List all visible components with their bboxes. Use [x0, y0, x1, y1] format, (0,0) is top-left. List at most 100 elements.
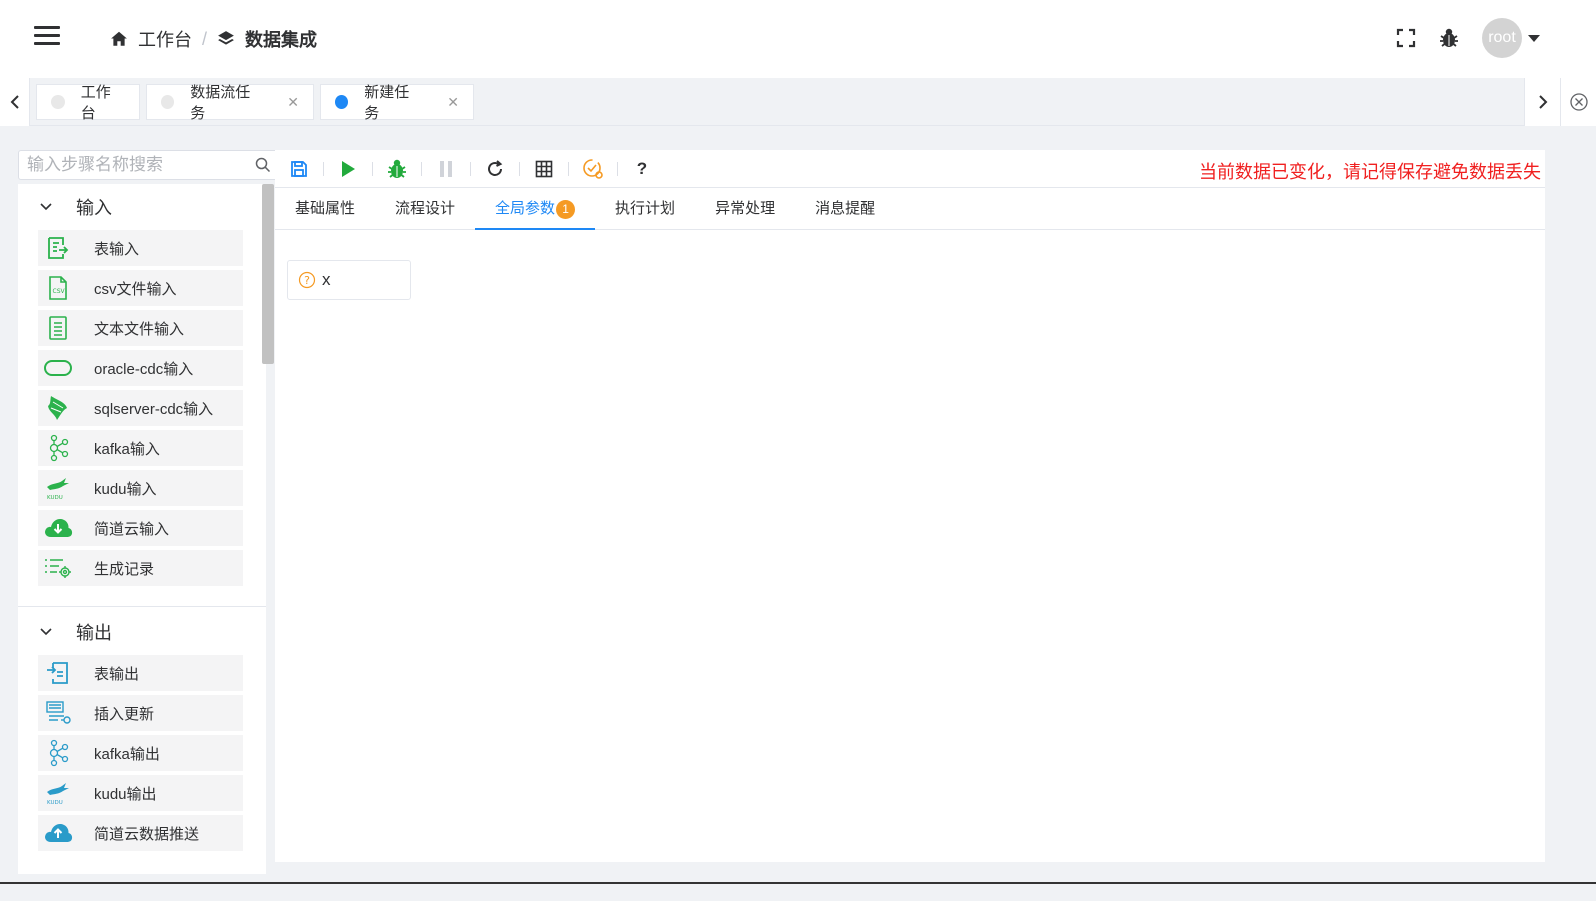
step-label: 文本文件输入 — [94, 320, 185, 338]
group-header-input[interactable]: 输入 — [18, 184, 266, 230]
tab-workbench[interactable]: 工作台 — [36, 84, 140, 122]
debug-icon[interactable] — [381, 158, 413, 180]
group-divider — [18, 606, 266, 607]
pause-icon[interactable] — [430, 160, 462, 178]
editor-toolbar: ? 当前数据已变化，请记得保存避免数据丢失 — [275, 150, 1545, 188]
tab-basic-properties[interactable]: 基础属性 — [275, 190, 375, 230]
window-bottom-edge — [0, 882, 1596, 901]
editor-tabs: 基础属性 流程设计 全局参数 1 执行计划 异常处理 消息提醒 — [275, 190, 1545, 230]
step-kafka-input[interactable]: kafka输入 — [38, 430, 243, 466]
tab-exception-handling[interactable]: 异常处理 — [695, 190, 795, 230]
grid-icon[interactable] — [528, 160, 560, 178]
tab-global-params[interactable]: 全局参数 1 — [475, 190, 596, 230]
task-editor: ? 当前数据已变化，请记得保存避免数据丢失 基础属性 流程设计 全局参数 1 执行… — [275, 150, 1545, 862]
kafka-icon — [38, 739, 78, 767]
tabs-scroll-left-icon[interactable] — [0, 78, 30, 126]
chevron-down-icon — [40, 203, 52, 211]
tab-message-alert[interactable]: 消息提醒 — [795, 190, 895, 230]
step-label: 表输出 — [94, 665, 140, 683]
home-icon — [111, 31, 127, 46]
user-avatar[interactable]: root — [1482, 18, 1522, 58]
step-kudu-input[interactable]: KUDU kudu输入 — [38, 470, 243, 506]
step-oracle-cdc-input[interactable]: oracle-cdc输入 — [38, 350, 243, 386]
step-kudu-output[interactable]: KUDU kudu输出 — [38, 775, 243, 811]
kafka-icon — [38, 434, 78, 462]
user-menu-caret-icon[interactable] — [1528, 34, 1540, 42]
table-input-icon — [38, 235, 78, 261]
tab-status-dot — [51, 95, 65, 109]
param-name: x — [322, 270, 331, 289]
step-panel: 输入 表输入 CSV csv文件输入 文本文件输入 oracle-cdc输入 s… — [18, 150, 278, 874]
group-title: 输出 — [76, 623, 112, 643]
tabs-bar: 工作台 数据流任务 ✕ 新建任务 ✕ — [0, 78, 1596, 126]
check-settings-icon[interactable] — [577, 158, 609, 180]
kudu-icon: KUDU — [38, 475, 78, 501]
refresh-icon[interactable] — [479, 159, 511, 179]
close-all-tabs-icon[interactable] — [1560, 78, 1596, 126]
step-label: kudu输出 — [94, 785, 157, 803]
step-jiandaoyun-push[interactable]: 简道云数据推送 — [38, 815, 243, 851]
step-search-box — [18, 150, 278, 180]
search-icon[interactable] — [255, 157, 271, 178]
step-table-output[interactable]: 表输出 — [38, 655, 243, 691]
param-count-badge: 1 — [556, 199, 576, 219]
generate-records-icon — [38, 556, 78, 580]
tab-label: 数据流任务 — [190, 84, 251, 122]
text-file-icon — [38, 315, 78, 341]
step-label: oracle-cdc输入 — [94, 360, 194, 378]
breadcrumb-label: 数据集成 — [245, 30, 318, 50]
breadcrumb: 工作台 / 数据集成 — [110, 26, 317, 52]
save-icon[interactable] — [283, 160, 315, 178]
step-label: kafka输出 — [94, 745, 160, 763]
tab-label: 新建任务 — [364, 84, 410, 122]
tabs-scroll-right-icon[interactable] — [1524, 78, 1560, 126]
group-header-output[interactable]: 输出 — [18, 609, 266, 655]
step-list: 输入 表输入 CSV csv文件输入 文本文件输入 oracle-cdc输入 s… — [18, 184, 266, 874]
svg-text:?: ? — [304, 274, 310, 287]
group-title: 输入 — [76, 198, 112, 218]
table-output-icon — [38, 660, 78, 686]
step-label: 简道云数据推送 — [94, 825, 200, 843]
step-insert-update[interactable]: 插入更新 — [38, 695, 243, 731]
tab-label: 工作台 — [80, 84, 111, 122]
cloud-upload-icon — [38, 822, 78, 844]
step-kafka-output[interactable]: kafka输出 — [38, 735, 243, 771]
breadcrumb-item-workbench[interactable]: 工作台 — [110, 26, 192, 52]
unsaved-warning: 当前数据已变化，请记得保存避免数据丢失 — [1199, 162, 1541, 182]
tab-flow-design[interactable]: 流程设计 — [375, 190, 475, 230]
step-sqlserver-cdc-input[interactable]: sqlserver-cdc输入 — [38, 390, 243, 426]
step-label: kafka输入 — [94, 440, 160, 458]
bug-icon[interactable] — [1438, 27, 1460, 49]
csv-file-icon: CSV — [38, 275, 78, 301]
step-generate-records[interactable]: 生成记录 — [38, 550, 243, 586]
kudu-icon: KUDU — [38, 780, 78, 806]
tab-execution-plan[interactable]: 执行计划 — [595, 190, 695, 230]
tab-new-task[interactable]: 新建任务 ✕ — [320, 84, 474, 122]
tab-dataflow-tasks[interactable]: 数据流任务 ✕ — [146, 84, 314, 122]
step-label: 简道云输入 — [94, 520, 170, 538]
step-label: 生成记录 — [94, 560, 155, 578]
tab-close-icon[interactable]: ✕ — [287, 94, 299, 111]
step-text-file-input[interactable]: 文本文件输入 — [38, 310, 243, 346]
step-jiandaoyun-input[interactable]: 简道云输入 — [38, 510, 243, 546]
step-search-input[interactable] — [19, 151, 239, 179]
breadcrumb-item-data-integration: 数据集成 — [217, 26, 317, 52]
fullscreen-icon[interactable] — [1396, 28, 1416, 48]
svg-text:KUDU: KUDU — [47, 495, 63, 501]
tab-close-icon[interactable]: ✕ — [447, 94, 459, 111]
step-list-scrollbar[interactable] — [262, 184, 274, 364]
hamburger-menu-icon[interactable] — [34, 26, 60, 46]
run-icon[interactable] — [332, 160, 364, 178]
tab-status-dot — [161, 95, 175, 109]
chevron-down-icon — [40, 628, 52, 636]
top-header: 工作台 / 数据集成 root — [0, 0, 1596, 78]
layers-icon — [218, 31, 234, 45]
step-label: kudu输入 — [94, 480, 157, 498]
step-label: 插入更新 — [94, 705, 155, 723]
step-table-input[interactable]: 表输入 — [38, 230, 243, 266]
help-icon[interactable]: ? — [626, 159, 658, 179]
step-csv-input[interactable]: CSV csv文件输入 — [38, 270, 243, 306]
step-label: csv文件输入 — [94, 280, 177, 298]
step-label: sqlserver-cdc输入 — [94, 400, 214, 418]
global-param-card[interactable]: ? x — [287, 260, 411, 300]
